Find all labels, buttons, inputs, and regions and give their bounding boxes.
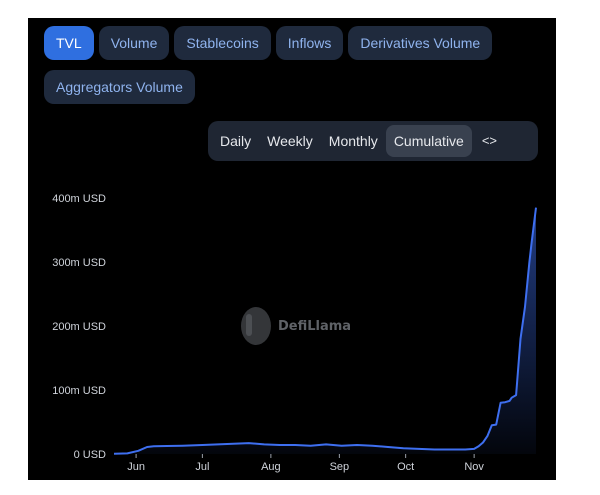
x-tick-label: Jul xyxy=(195,461,209,473)
llama-icon-neck xyxy=(246,314,252,336)
x-tick-label: Oct xyxy=(397,461,414,473)
x-tick-label: Jun xyxy=(127,461,145,473)
watermark-text: DefiLlama xyxy=(278,319,351,334)
y-tick-label: 100m USD xyxy=(52,385,106,397)
y-tick-label: 300m USD xyxy=(52,257,106,269)
x-tick-label: Sep xyxy=(330,461,350,473)
y-tick-label: 400m USD xyxy=(52,193,106,205)
llama-icon xyxy=(241,307,271,345)
chart-panel: TVL Volume Stablecoins Inflows Derivatives V… xyxy=(28,18,556,480)
y-tick-label: 200m USD xyxy=(52,321,106,333)
x-tick-label: Aug xyxy=(261,461,281,473)
tvl-chart: DefiLlama 0 USD 100m USD 200m USD 300m USD 40… xyxy=(52,193,537,473)
defillama-logo-watermark: DefiLlama xyxy=(241,307,351,345)
x-tick-label: Nov xyxy=(464,461,484,473)
y-tick-label: 0 USD xyxy=(74,449,106,461)
